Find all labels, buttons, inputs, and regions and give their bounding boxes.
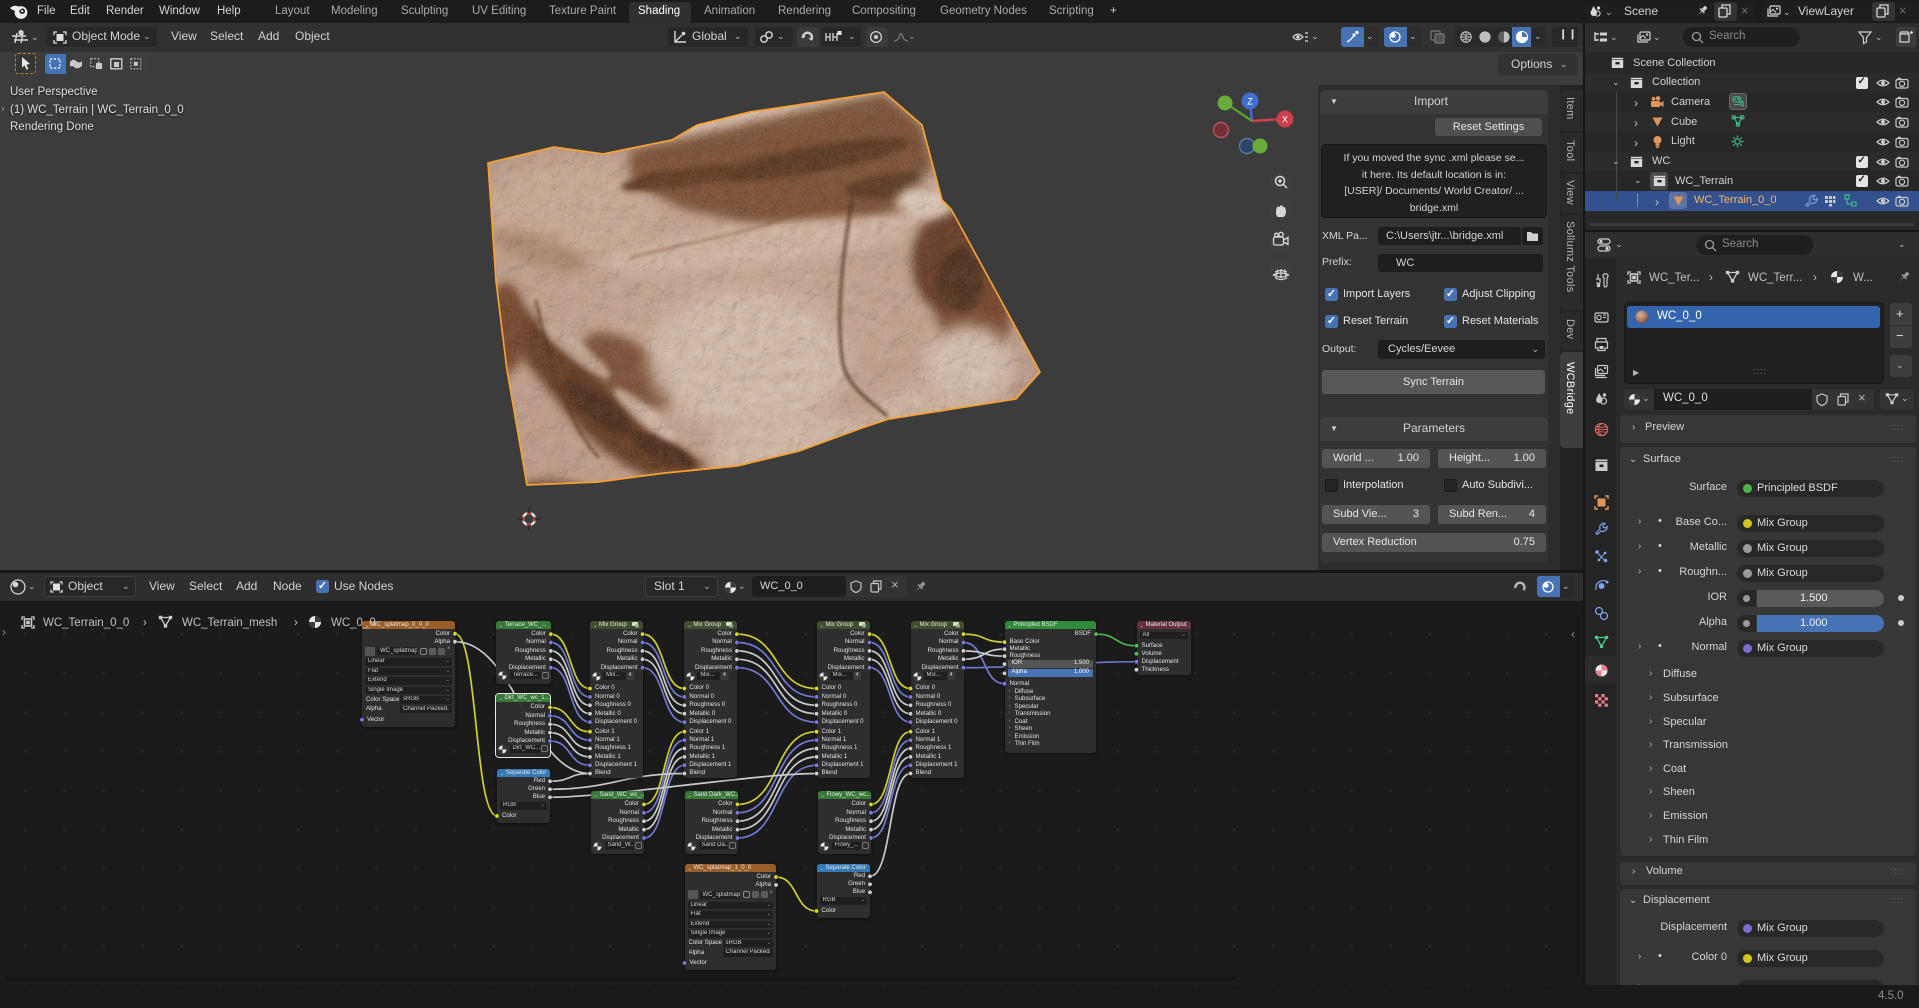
svg-text:Z: Z: [1247, 97, 1253, 107]
svg-text:X: X: [1282, 115, 1288, 125]
